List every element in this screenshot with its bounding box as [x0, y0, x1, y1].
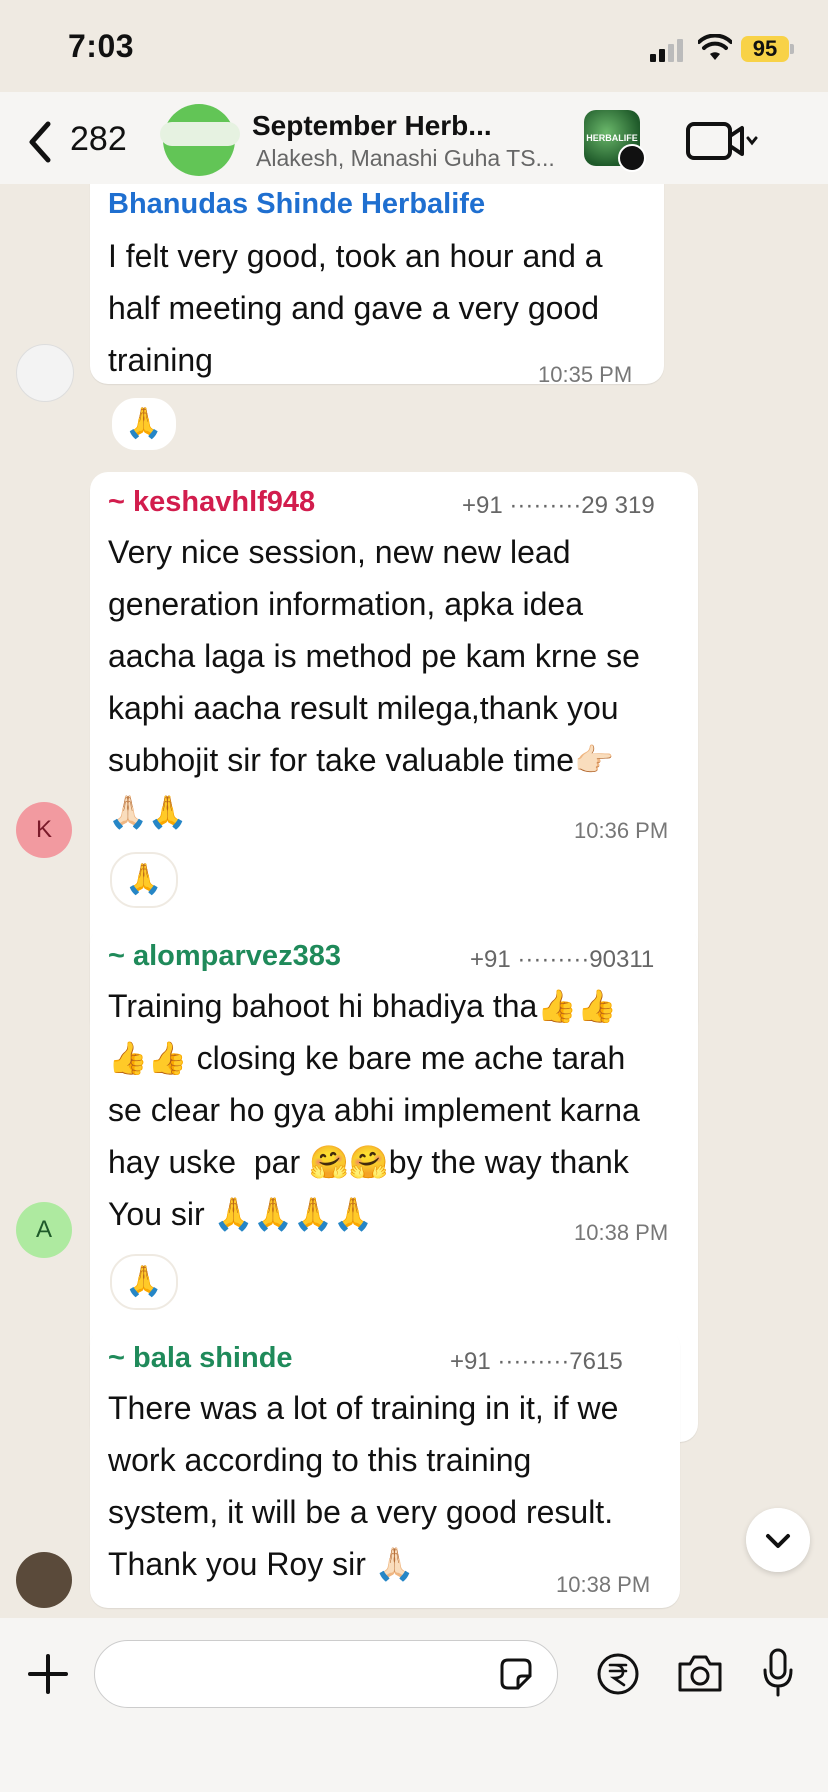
group-members[interactable]: Alakesh, Manashi Guha TS...: [256, 145, 576, 172]
sender-avatar[interactable]: A: [16, 1202, 72, 1258]
sender-phone: +91 ·········7615: [450, 1348, 623, 1375]
video-call-icon[interactable]: [686, 120, 758, 162]
sender-phone: +91 ·········90311: [470, 946, 655, 973]
plus-icon[interactable]: [26, 1652, 70, 1696]
reaction-badge[interactable]: 🙏: [110, 396, 178, 452]
sender-phone: +91 ·········29 319: [462, 492, 655, 519]
group-title[interactable]: September Herb...: [252, 110, 572, 142]
sender-avatar[interactable]: [16, 344, 74, 402]
verified-icon: [618, 144, 646, 172]
status-time: 7:03: [68, 28, 135, 64]
battery-indicator: 95: [741, 36, 789, 62]
microphone-icon[interactable]: [762, 1648, 794, 1698]
chat-area[interactable]: Bhanudas Shinde Herbalife I felt very go…: [0, 184, 828, 1618]
message-text: Training bahoot hi bhadiya tha👍👍 👍👍 clos…: [108, 988, 640, 1232]
sticker-icon[interactable]: [498, 1656, 534, 1692]
message-time: 10:35 PM: [538, 362, 633, 387]
battery-nub: [790, 44, 794, 54]
back-chevron-icon[interactable]: [24, 120, 56, 164]
redaction-blur: [160, 122, 240, 146]
scroll-down-button[interactable]: [746, 1508, 810, 1572]
message-text: Very nice session, new new lead generati…: [108, 534, 640, 830]
message-sender[interactable]: ~ keshavhlf948: [108, 486, 315, 519]
message-sender[interactable]: ~ bala shinde: [108, 1342, 293, 1375]
message-time: 10:38 PM: [574, 1220, 669, 1245]
message-time: 10:36 PM: [574, 818, 669, 843]
sender-avatar[interactable]: K: [16, 802, 72, 858]
camera-icon[interactable]: [676, 1652, 724, 1694]
unread-count[interactable]: 282: [70, 120, 127, 159]
message-sender[interactable]: ~ alomparvez383: [108, 940, 341, 973]
message-sender[interactable]: Bhanudas Shinde Herbalife: [108, 188, 485, 221]
logo-text: HERBALIFE: [586, 133, 638, 143]
message-text: There was a lot of training in it, if we…: [108, 1390, 619, 1582]
rupee-payment-icon[interactable]: [596, 1652, 640, 1696]
signal-icon: [650, 38, 686, 62]
reaction-badge[interactable]: 🙏: [110, 852, 178, 908]
message-input[interactable]: [94, 1640, 558, 1708]
reaction-badge[interactable]: 🙏: [110, 1254, 178, 1310]
wifi-icon: [698, 34, 732, 60]
message-time: 10:38 PM: [556, 1572, 651, 1597]
sender-avatar[interactable]: [16, 1552, 72, 1608]
